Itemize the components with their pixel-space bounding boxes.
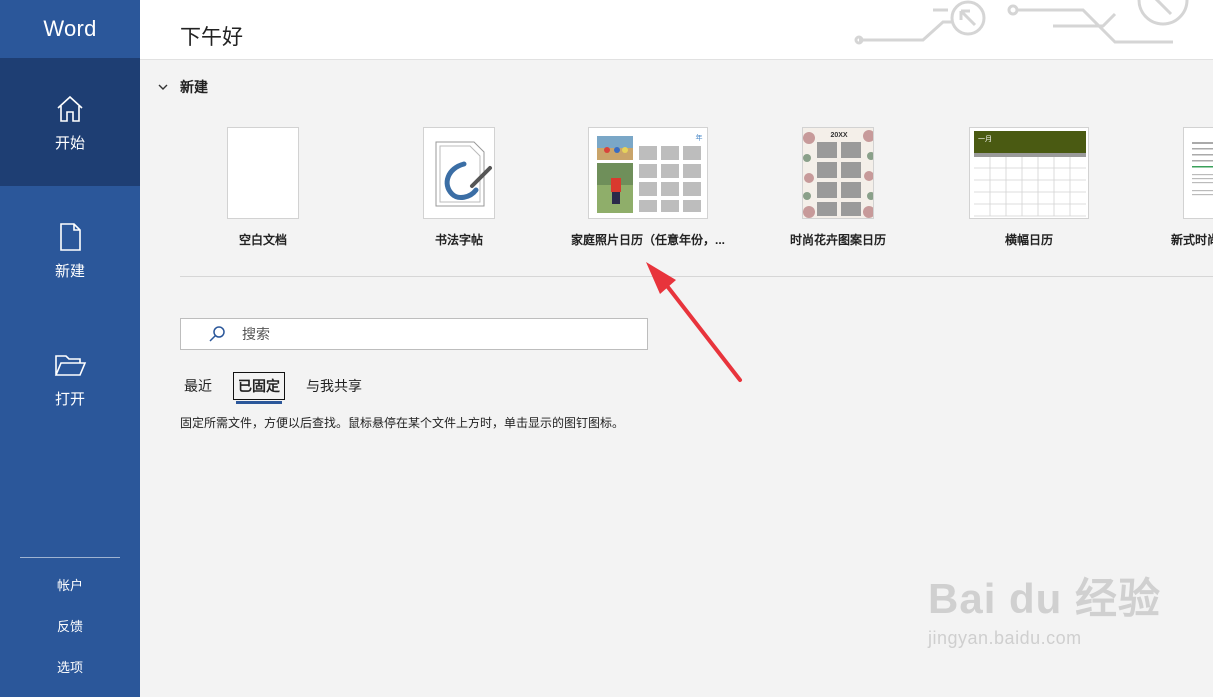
file-tabs: 最近 已固定 与我共享 [180,372,383,404]
chevron-down-icon [158,84,168,90]
search-icon [209,326,225,342]
template-calligraphy[interactable]: 书法字帖 [423,127,495,248]
home-icon [57,95,83,122]
nav-open-label: 打开 [54,390,85,408]
nav-new-label: 新建 [54,262,85,280]
template-thumbnail: 年 [588,127,708,219]
watermark-main: Bai du 经验 [928,575,1162,622]
nav-account[interactable]: 帐户 [0,570,140,598]
template-family-photo-calendar[interactable]: 年 家庭照片日历（任意年份，... [571,127,725,248]
calligraphy-brush-icon [435,141,492,207]
template-thumbnail: 一月 [969,127,1089,219]
template-label: 横幅日历 [1004,233,1053,247]
banner-calendar-preview: 一月 [974,131,1086,217]
new-document-icon [60,222,81,251]
thumb-year-text: 20XX [830,132,847,139]
tab-shared-with-me[interactable]: 与我共享 [302,373,366,399]
nav-open[interactable]: 打开 [0,314,140,442]
template-thumbnail [1183,127,1213,219]
new-section-title: 新建 [180,79,208,95]
template-label: 时尚花卉图案日历 [790,233,887,247]
tab-recent[interactable]: 最近 [180,373,216,399]
circuit-decoration [854,0,1189,45]
section-divider [180,276,1213,277]
template-label: 空白文档 [238,233,287,247]
new-section-toggle[interactable]: 新建 [157,77,208,97]
nav-options[interactable]: 选项 [0,652,140,680]
pinned-hint-text: 固定所需文件，方便以后查找。鼠标悬停在某个文件上方时，单击显示的图钉图标。 [180,416,625,430]
template-thumbnail [423,127,495,219]
modern-template-preview [1192,142,1213,196]
watermark-url: jingyan.baidu.com [928,628,1082,648]
thumb-month-text: 一月 [978,135,992,143]
template-label: 家庭照片日历（任意年份，... [571,233,726,247]
template-floral-calendar[interactable]: 20XX 时尚花卉图案日历 [790,127,886,248]
baidu-watermark: Bai du 经验 jingyan.baidu.com [928,565,1161,649]
open-folder-icon [54,354,87,376]
template-blank[interactable]: 空白文档 [227,127,299,248]
template-label: 新式时尚 [1171,233,1213,247]
template-modern[interactable]: 新式时尚 [1168,127,1213,248]
template-thumbnail [227,127,299,219]
app-title: Word [43,16,97,41]
search-box[interactable] [180,318,648,350]
photo-calendar-preview: 年 [597,133,703,213]
nav-new[interactable]: 新建 [0,186,140,314]
svg-text:年: 年 [696,133,703,142]
template-label: 书法字帖 [434,233,483,247]
header: 下午好 [140,0,1213,60]
template-thumbnail: 20XX [802,127,874,219]
floral-calendar-preview: 20XX [803,128,873,218]
greeting: 下午好 [180,26,243,49]
template-banner-calendar[interactable]: 一月 横幅日历 [969,127,1089,248]
tab-pinned[interactable]: 已固定 [233,372,285,404]
nav-home[interactable]: 开始 [0,58,140,186]
sidebar: Word 开始 新建 打开 帐户 反馈 选项 [0,0,140,697]
search-input[interactable] [242,326,622,342]
nav-feedback[interactable]: 反馈 [0,611,140,639]
sidebar-divider [20,557,120,558]
nav-home-label: 开始 [54,134,85,152]
